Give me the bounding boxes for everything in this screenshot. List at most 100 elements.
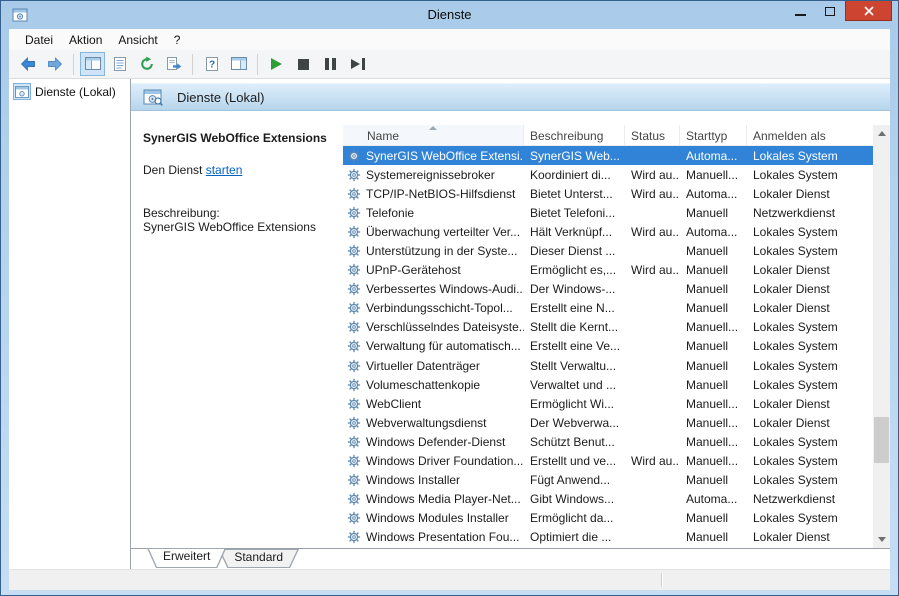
service-name-cell: Unterstützung in der Syste... (366, 244, 517, 258)
stop-service-button[interactable] (291, 52, 316, 76)
column-header-starttyp[interactable]: Starttyp (680, 125, 747, 145)
table-row[interactable]: SynerGIS WebOffice Extensi... SynerGIS W… (343, 146, 873, 165)
table-row[interactable]: TCP/IP-NetBIOS-Hilfsdienst Bietet Unters… (343, 184, 873, 203)
menu-datei[interactable]: Datei (17, 31, 61, 49)
table-row[interactable]: Telefonie Bietet Telefoni... Manuell Net… (343, 203, 873, 222)
pause-service-button[interactable] (318, 52, 343, 76)
service-description-cell: Der Webverwa... (524, 416, 625, 430)
table-row[interactable]: Verwaltung für automatisch... Erstellt e… (343, 337, 873, 356)
start-service-button[interactable] (264, 52, 289, 76)
table-row[interactable]: Volumeschattenkopie Verwaltet und ... Ma… (343, 375, 873, 394)
close-button[interactable] (845, 1, 892, 21)
service-logon-cell: Lokales System (747, 225, 873, 239)
table-row[interactable]: Windows Presentation Fou... Optimiert di… (343, 528, 873, 547)
service-description-cell: Fügt Anwend... (524, 473, 625, 487)
table-row[interactable]: WebClient Ermöglicht Wi... Manuell... Lo… (343, 394, 873, 413)
table-row[interactable]: Verbessertes Windows-Audi... Der Windows… (343, 280, 873, 299)
minimize-button[interactable] (785, 1, 815, 21)
service-logon-cell: Lokaler Dienst (747, 301, 873, 315)
main-area: Dienste (Lokal) Dienste (Lokal) SynerGIS… (9, 79, 890, 569)
tree-item-label: Dienste (Lokal) (35, 85, 116, 99)
service-logon-cell: Lokales System (747, 149, 873, 163)
service-gear-icon (347, 416, 361, 430)
toolbar-separator (73, 54, 74, 75)
service-name-cell: SynerGIS WebOffice Extensi... (366, 149, 524, 163)
service-logon-cell: Lokales System (747, 511, 873, 525)
restart-service-button[interactable] (345, 52, 370, 76)
scroll-down-button[interactable] (873, 531, 890, 548)
service-starttype-cell: Manuell (680, 378, 747, 392)
service-gear-icon (347, 244, 361, 258)
back-button[interactable] (15, 52, 40, 76)
service-logon-cell: Lokales System (747, 320, 873, 334)
table-row[interactable]: UPnP-Gerätehost Ermöglicht es,... Wird a… (343, 261, 873, 280)
column-header-anmelden-als[interactable]: Anmelden als (747, 125, 873, 145)
service-description-cell: Verwaltet und ... (524, 378, 625, 392)
forward-icon (47, 56, 63, 72)
vertical-scrollbar[interactable] (873, 125, 890, 548)
service-description-cell: Hält Verknüpf... (524, 225, 625, 239)
forward-button[interactable] (42, 52, 67, 76)
start-icon (271, 58, 282, 70)
service-gear-icon (347, 301, 361, 315)
banner-title: Dienste (Lokal) (177, 90, 264, 105)
service-description-cell: Erstellt und ve... (524, 454, 625, 468)
maximize-icon (825, 7, 835, 16)
menu-ansicht[interactable]: Ansicht (110, 31, 165, 49)
menu-aktion[interactable]: Aktion (61, 31, 110, 49)
action-pane-icon (231, 56, 247, 72)
service-logon-cell: Lokales System (747, 454, 873, 468)
service-name-cell: Telefonie (366, 206, 414, 220)
table-row[interactable]: Windows Driver Foundation... Erstellt un… (343, 452, 873, 471)
table-row[interactable]: Windows Modules Installer Ermöglicht da.… (343, 509, 873, 528)
action-prefix: Den Dienst (143, 163, 206, 177)
console-tree-icon (85, 56, 101, 72)
refresh-icon (139, 56, 155, 72)
services-icon (143, 88, 163, 106)
service-logon-cell: Lokaler Dienst (747, 263, 873, 277)
properties-button[interactable] (107, 52, 132, 76)
export-list-button[interactable] (161, 52, 186, 76)
service-starttype-cell: Manuell (680, 359, 747, 373)
service-status-cell: Wird au... (625, 168, 680, 182)
table-row[interactable]: Windows Media Player-Net... Gibt Windows… (343, 490, 873, 509)
description-text: SynerGIS WebOffice Extensions (143, 220, 335, 235)
service-status-cell: Wird au... (625, 187, 680, 201)
service-starttype-cell: Manuell (680, 244, 747, 258)
service-description-cell: Erstellt eine N... (524, 301, 625, 315)
tab-standard[interactable]: Standard (218, 549, 299, 568)
column-header-status[interactable]: Status (625, 125, 680, 145)
table-row[interactable]: Windows Defender-Dienst Schützt Benut...… (343, 432, 873, 451)
help-button[interactable]: ? (199, 52, 224, 76)
service-name-cell: Volumeschattenkopie (366, 378, 480, 392)
scrollbar-thumb[interactable] (874, 417, 889, 463)
service-status-cell: Wird au... (625, 225, 680, 239)
scroll-up-icon (878, 131, 886, 136)
column-header-name[interactable]: Name (343, 125, 524, 145)
service-logon-cell: Lokales System (747, 435, 873, 449)
table-row[interactable]: Systemereignissebroker Koordiniert di...… (343, 165, 873, 184)
table-row[interactable]: Webverwaltungsdienst Der Webverwa... Man… (343, 413, 873, 432)
start-service-link[interactable]: starten (206, 163, 243, 177)
window-title: Dienste (1, 7, 898, 22)
refresh-button[interactable] (134, 52, 159, 76)
table-row[interactable]: Verschlüsselndes Dateisyste... Stellt di… (343, 318, 873, 337)
table-row[interactable]: Unterstützung in der Syste... Dieser Die… (343, 241, 873, 260)
show-console-tree-button[interactable] (80, 52, 105, 76)
column-header-beschreibung[interactable]: Beschreibung (524, 125, 625, 145)
maximize-button[interactable] (815, 1, 845, 21)
scroll-up-button[interactable] (873, 125, 890, 142)
table-row[interactable]: Überwachung verteilter Ver... Hält Verkn… (343, 222, 873, 241)
table-row[interactable]: Virtueller Datenträger Stellt Verwaltu..… (343, 356, 873, 375)
table-row[interactable]: Windows Installer Fügt Anwend... Manuell… (343, 471, 873, 490)
service-gear-icon (347, 492, 361, 506)
menu-hilfe[interactable]: ? (166, 31, 189, 49)
titlebar[interactable]: Dienste (1, 1, 898, 29)
selected-service-name: SynerGIS WebOffice Extensions (143, 131, 335, 145)
table-row[interactable]: Verbindungsschicht-Topol... Erstellt ein… (343, 299, 873, 318)
service-gear-icon (347, 282, 361, 296)
tab-erweitert[interactable]: Erweitert (147, 548, 226, 568)
service-gear-icon (347, 149, 361, 163)
tree-item-dienste-lokal[interactable]: Dienste (Lokal) (11, 82, 128, 101)
show-action-pane-button[interactable] (226, 52, 251, 76)
